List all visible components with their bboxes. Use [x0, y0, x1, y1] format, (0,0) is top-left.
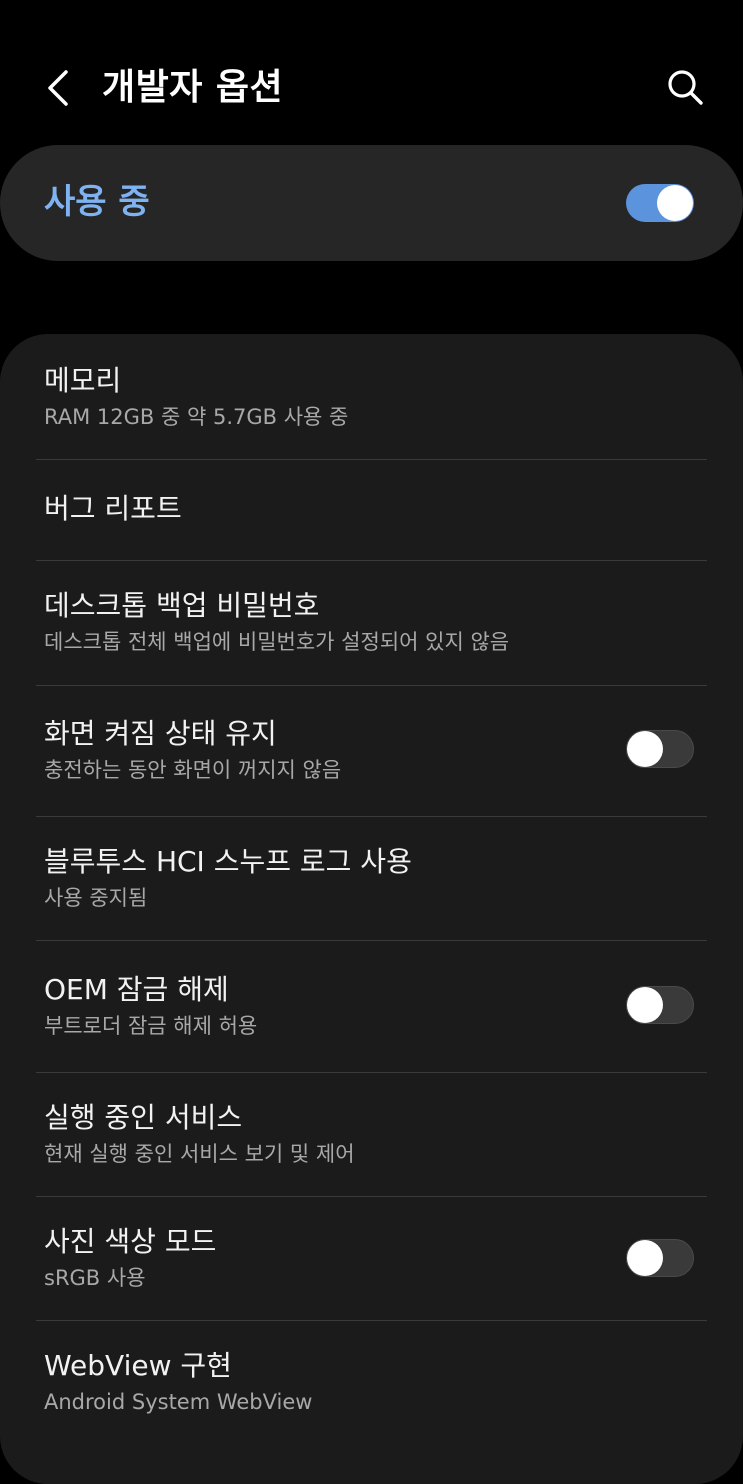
setting-summary: sRGB 사용: [44, 1266, 146, 1290]
page-title: 개발자 옵션: [102, 67, 284, 108]
setting-bluetooth-hci-snoop[interactable]: 블루투스 HCI 스누프 로그 사용 사용 중지됨: [0, 817, 743, 940]
setting-oem-unlock[interactable]: OEM 잠금 해제 부트로더 잠금 해제 허용: [0, 941, 743, 1072]
setting-memory[interactable]: 메모리 RAM 12GB 중 약 5.7GB 사용 중: [0, 334, 743, 459]
setting-summary: 현재 실행 중인 서비스 보기 및 제어: [44, 1142, 355, 1166]
stay-awake-toggle[interactable]: [626, 730, 694, 768]
setting-title: WebView 구현: [44, 1349, 232, 1382]
setting-summary: RAM 12GB 중 약 5.7GB 사용 중: [44, 405, 349, 429]
setting-stay-awake[interactable]: 화면 켜짐 상태 유지 충전하는 동안 화면이 꺼지지 않음: [0, 686, 743, 816]
setting-summary: 충전하는 동안 화면이 꺼지지 않음: [44, 758, 342, 782]
setting-desktop-backup-password[interactable]: 데스크톱 백업 비밀번호 데스크톱 전체 백업에 비밀번호가 설정되어 있지 않…: [0, 561, 743, 685]
setting-title: 실행 중인 서비스: [44, 1101, 243, 1134]
settings-list: 메모리 RAM 12GB 중 약 5.7GB 사용 중 버그 리포트 데스크톱 …: [0, 334, 743, 1484]
setting-running-services[interactable]: 실행 중인 서비스 현재 실행 중인 서비스 보기 및 제어: [0, 1073, 743, 1196]
app-bar: 개발자 옵션: [0, 0, 743, 145]
setting-title: OEM 잠금 해제: [44, 973, 229, 1006]
setting-title: 버그 리포트: [44, 492, 182, 525]
setting-summary: 부트로더 잠금 해제 허용: [44, 1014, 258, 1038]
search-button[interactable]: [656, 58, 714, 116]
master-switch-label: 사용 중: [44, 182, 150, 222]
picture-color-mode-toggle[interactable]: [626, 1239, 694, 1277]
setting-title: 블루투스 HCI 스누프 로그 사용: [44, 845, 412, 878]
setting-summary: Android System WebView: [44, 1390, 313, 1414]
search-icon: [668, 70, 703, 105]
setting-bug-report[interactable]: 버그 리포트: [0, 460, 743, 560]
setting-title: 메모리: [44, 364, 122, 397]
toggle-knob: [627, 1240, 663, 1276]
setting-picture-color-mode[interactable]: 사진 색상 모드 sRGB 사용: [0, 1197, 743, 1320]
toggle-knob: [657, 185, 693, 221]
chevron-left-icon: [48, 70, 68, 106]
setting-title: 데스크톱 백업 비밀번호: [44, 589, 320, 622]
setting-title: 사진 색상 모드: [44, 1225, 217, 1258]
setting-summary: 데스크톱 전체 백업에 비밀번호가 설정되어 있지 않음: [44, 630, 510, 654]
setting-webview-implementation[interactable]: WebView 구현 Android System WebView: [0, 1321, 743, 1431]
setting-title: 화면 켜짐 상태 유지: [44, 717, 277, 750]
master-switch-bar[interactable]: 사용 중: [0, 145, 743, 261]
toggle-knob: [627, 731, 663, 767]
oem-unlock-toggle[interactable]: [626, 986, 694, 1024]
toggle-knob: [627, 987, 663, 1023]
back-button[interactable]: [30, 60, 86, 116]
master-toggle[interactable]: [626, 184, 694, 222]
setting-summary: 사용 중지됨: [44, 886, 148, 910]
